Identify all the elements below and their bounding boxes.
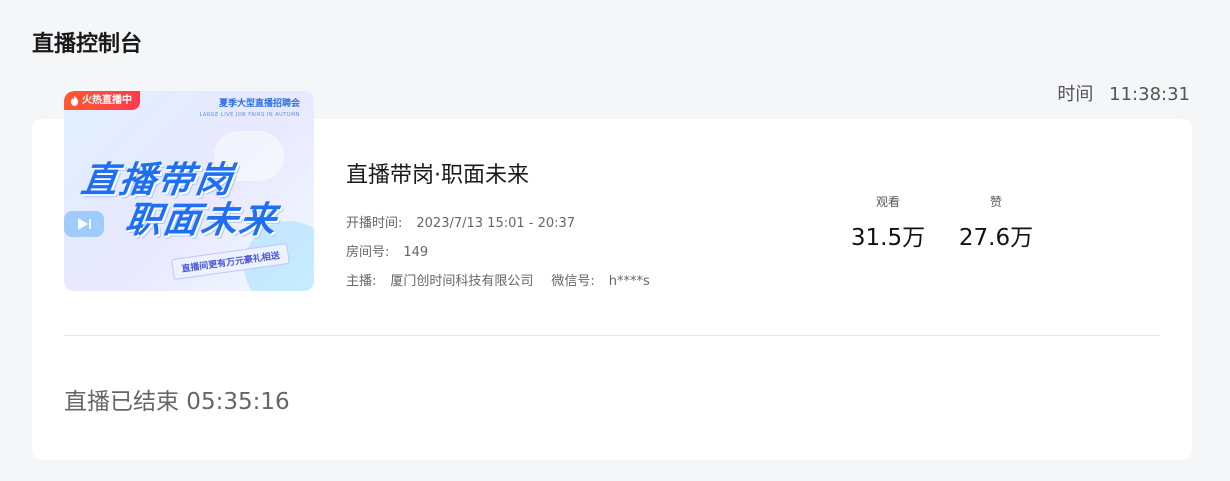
cover-topline: 夏季大型直播招聘会 LARGE LIVE JOB FAIRS IN AUTUMN	[200, 99, 300, 121]
room-number-label: 房间号:	[346, 245, 390, 260]
divider	[64, 335, 1160, 336]
wechat-value: h****s	[608, 274, 650, 289]
clock-value: 11:38:31	[1109, 84, 1190, 105]
views-stat: 观看 31.5万	[843, 193, 933, 252]
live-time-row: 开播时间: 2023/7/13 15:01 - 20:37	[346, 212, 575, 231]
views-label: 观看	[875, 195, 900, 209]
live-time-label: 开播时间:	[346, 216, 403, 231]
cover-topline-en: LARGE LIVE JOB FAIRS IN AUTUMN	[199, 112, 300, 118]
room-number-value: 149	[403, 245, 429, 260]
live-badge: 火热直播中	[64, 91, 140, 110]
clock: 时间 11:38:31	[1057, 80, 1190, 106]
host-label: 主播:	[346, 274, 377, 289]
host-row: 主播: 厦门创时间科技有限公司 微信号: h****s	[346, 270, 650, 289]
live-badge-label: 火热直播中	[82, 95, 132, 106]
page-title: 直播控制台	[32, 32, 143, 57]
likes-label: 赞	[989, 195, 1002, 209]
play-icon	[64, 211, 104, 237]
clock-label: 时间	[1057, 84, 1094, 105]
live-title: 直播带岗·职面未来	[346, 163, 529, 188]
views-value: 31.5万	[850, 225, 926, 251]
room-number-row: 房间号: 149	[346, 241, 428, 260]
live-time-value: 2023/7/13 15:01 - 20:37	[416, 216, 576, 231]
cover-topline-cn: 夏季大型直播招聘会	[218, 99, 300, 109]
live-cover-image[interactable]: 火热直播中 夏季大型直播招聘会 LARGE LIVE JOB FAIRS IN …	[64, 91, 314, 291]
likes-value: 27.6万	[958, 225, 1034, 251]
live-status: 直播已结束 05:35:16	[64, 389, 290, 415]
flame-icon	[70, 95, 79, 106]
host-value: 厦门创时间科技有限公司	[390, 274, 534, 289]
wechat-label: 微信号:	[551, 274, 595, 289]
cover-title-line2: 职面未来	[122, 200, 281, 241]
likes-stat: 赞 27.6万	[951, 193, 1041, 252]
